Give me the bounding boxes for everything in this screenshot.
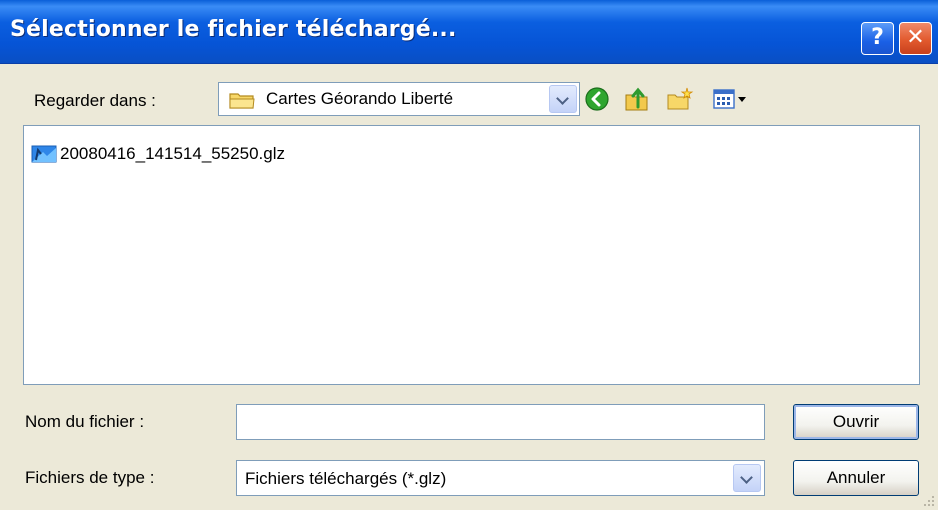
folder-icon <box>229 93 255 109</box>
up-folder-icon[interactable] <box>623 85 651 113</box>
window-title: Sélectionner le fichier téléchargé... <box>10 17 457 42</box>
view-menu-icon[interactable] <box>711 85 751 113</box>
glz-file-icon <box>31 145 57 163</box>
file-name-input[interactable] <box>236 404 765 440</box>
back-icon[interactable] <box>583 85 611 113</box>
look-in-value: Cartes Géorando Liberté <box>266 89 454 108</box>
resize-grip-icon[interactable] <box>922 494 936 508</box>
file-type-combobox[interactable]: Fichiers téléchargés (*.glz) <box>236 460 765 496</box>
new-folder-icon[interactable] <box>666 85 694 113</box>
title-bar: Sélectionner le fichier téléchargé... ? … <box>0 0 938 64</box>
file-type-label: Fichiers de type : <box>25 468 155 487</box>
list-item[interactable]: 20080416_141514_55250.glz <box>29 142 285 166</box>
file-name: 20080416_141514_55250.glz <box>60 144 286 163</box>
look-in-combobox[interactable]: Cartes Géorando Liberté <box>218 82 580 116</box>
open-button[interactable]: Ouvrir <box>793 404 919 440</box>
close-button[interactable]: ✕ <box>899 22 932 55</box>
cancel-button[interactable]: Annuler <box>793 460 919 496</box>
file-type-dropdown-button[interactable] <box>733 464 761 492</box>
file-type-value: Fichiers téléchargés (*.glz) <box>245 469 447 488</box>
look-in-label: Regarder dans : <box>34 91 156 110</box>
help-button[interactable]: ? <box>861 22 894 55</box>
file-name-label: Nom du fichier : <box>25 412 145 431</box>
file-list[interactable]: 20080416_141514_55250.glz <box>23 125 920 385</box>
look-in-dropdown-button[interactable] <box>549 85 577 113</box>
